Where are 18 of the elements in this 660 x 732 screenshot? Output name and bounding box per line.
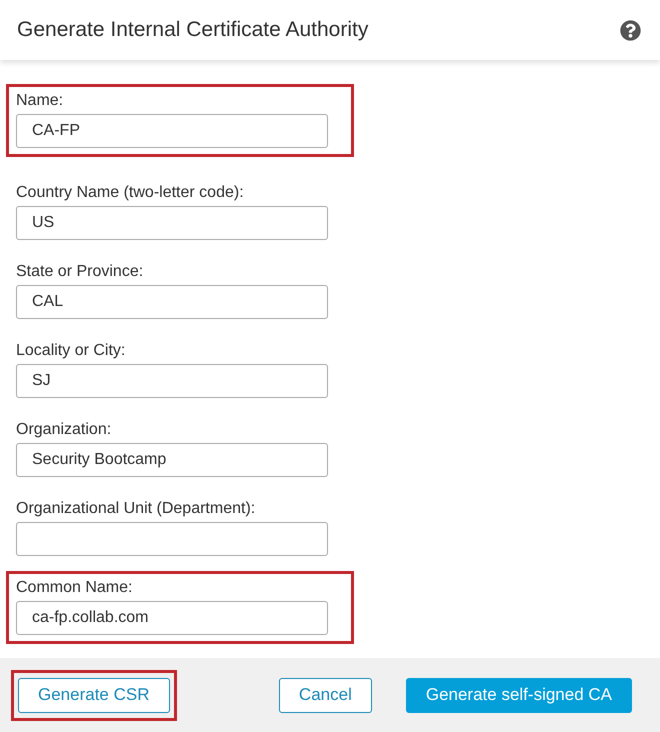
input-field[interactable]: CAL (16, 285, 328, 319)
field-label: Common Name: (16, 578, 132, 598)
input-field[interactable] (16, 522, 328, 556)
field-label: Organizational Unit (Department): (16, 499, 256, 519)
field-label: Locality or City: (16, 341, 126, 361)
input-field[interactable]: Security Bootcamp (16, 443, 328, 477)
secondary-button[interactable]: Cancel (278, 678, 372, 712)
dialog-title: Generate Internal Certificate Authority (17, 18, 368, 42)
field-label: Name: (16, 91, 64, 111)
input-field[interactable]: CA-FP (16, 114, 328, 148)
input-field[interactable]: US (16, 206, 328, 240)
input-field[interactable]: ca-fp.collab.com (16, 601, 328, 635)
field-label: Organization: (16, 420, 112, 440)
input-field[interactable]: SJ (16, 364, 328, 398)
field-label: Country Name (two-letter code): (16, 183, 244, 203)
secondary-button[interactable]: Generate CSR (18, 678, 170, 712)
help-icon[interactable] (620, 20, 641, 40)
field-label: State or Province: (16, 262, 144, 282)
